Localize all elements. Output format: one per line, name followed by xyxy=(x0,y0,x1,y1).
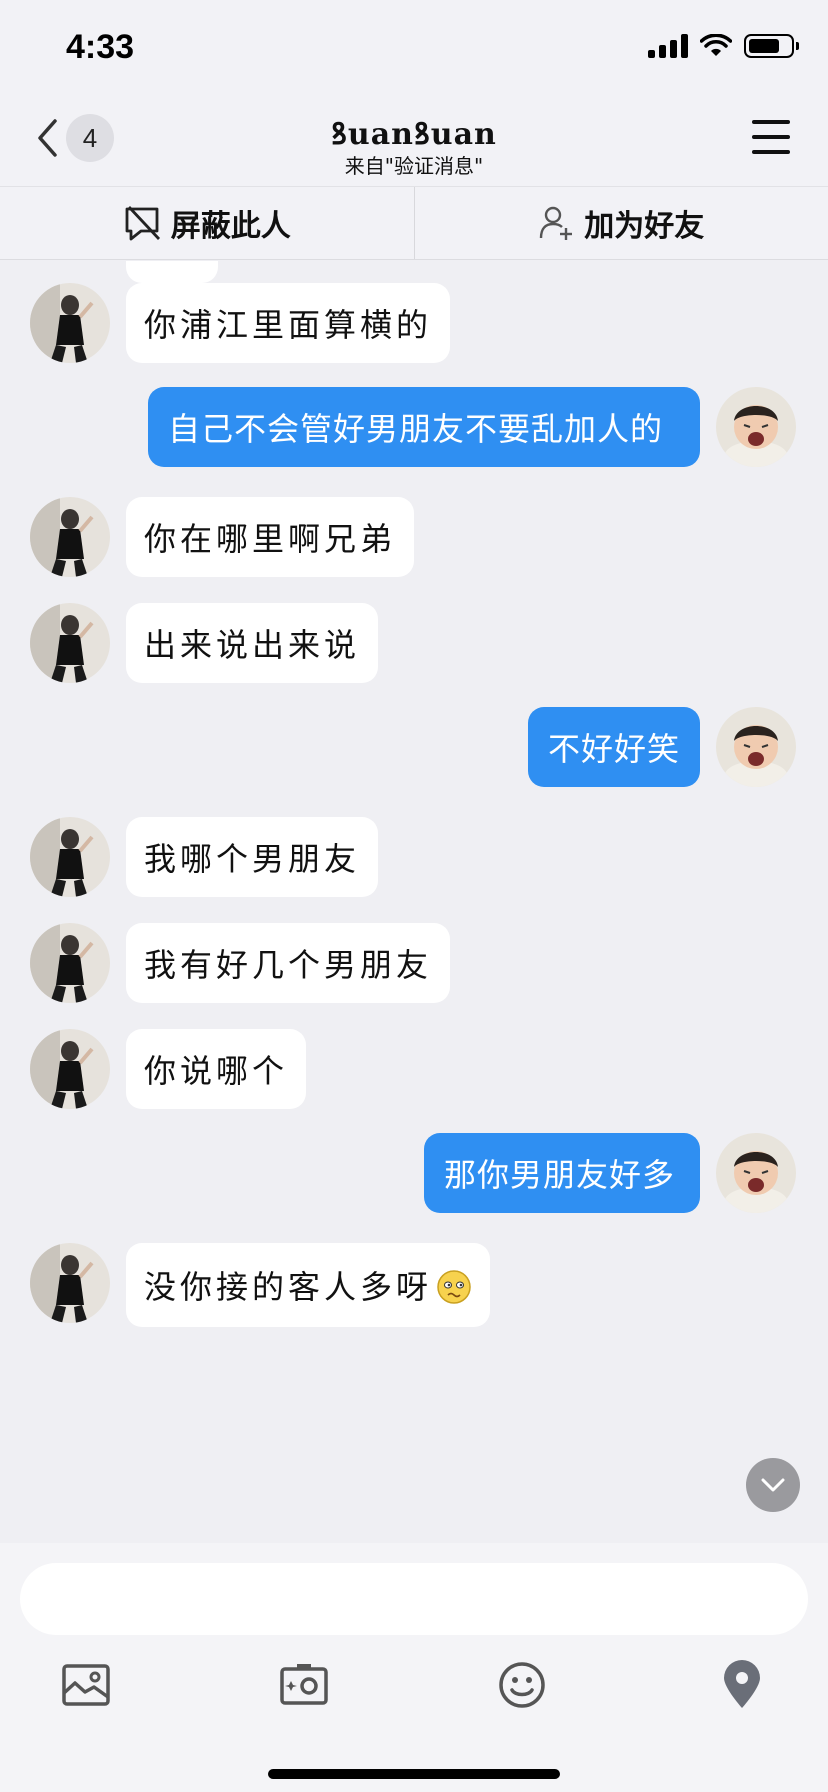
contact-avatar[interactable] xyxy=(30,923,110,1003)
outgoing-message-bubble[interactable]: 自己不会管好男朋友不要乱加人的 xyxy=(148,387,700,467)
message-input[interactable] xyxy=(20,1563,808,1635)
incoming-message-bubble[interactable]: 你说哪个 xyxy=(126,1029,307,1109)
contact-avatar[interactable] xyxy=(30,283,110,363)
message-text: 你在哪里啊兄弟 xyxy=(144,520,397,558)
contact-avatar[interactable] xyxy=(30,817,110,897)
message-text: 不好好笑 xyxy=(547,730,680,768)
message-text: 我有好几个男朋友 xyxy=(144,946,433,984)
chat-area[interactable]: 你浦江里面算横的 自己不会管好男朋友不要乱加人的 你在哪里啊兄弟 出来说出来说 … xyxy=(0,261,828,1543)
wifi-icon xyxy=(700,34,732,56)
scroll-to-bottom-button[interactable] xyxy=(746,1458,800,1512)
contact-avatar[interactable] xyxy=(30,497,110,577)
camera-button[interactable] xyxy=(274,1655,334,1715)
emoji-face-icon xyxy=(432,1265,472,1305)
input-toolbar xyxy=(0,1655,828,1735)
my-avatar[interactable] xyxy=(716,1133,796,1213)
photo-icon xyxy=(62,1664,110,1706)
chevron-down-icon xyxy=(761,1478,785,1492)
incoming-message-bubble[interactable]: 没你接的客人多呀 xyxy=(126,1243,491,1327)
incoming-message-bubble[interactable]: 我哪个男朋友 xyxy=(126,817,379,897)
message-text: 你说哪个 xyxy=(144,1052,289,1090)
camera-icon xyxy=(280,1664,328,1705)
message-bubble-partial xyxy=(126,261,218,283)
add-friend-button[interactable]: 加为好友 xyxy=(415,187,828,259)
location-icon xyxy=(724,1660,760,1708)
status-time: 4:33 xyxy=(66,28,135,66)
message-text: 没你接的客人多呀 xyxy=(144,1268,433,1306)
outgoing-message-bubble[interactable]: 那你男朋友好多 xyxy=(424,1133,700,1213)
incoming-message-bubble[interactable]: 出来说出来说 xyxy=(126,603,379,683)
location-button[interactable] xyxy=(712,1655,772,1715)
signal-icon xyxy=(648,34,688,58)
message-text: 那你男朋友好多 xyxy=(444,1156,676,1194)
add-user-icon xyxy=(540,206,573,240)
message-text: 你浦江里面算横的 xyxy=(144,306,433,344)
incoming-message-bubble[interactable]: 我有好几个男朋友 xyxy=(126,923,451,1003)
battery-icon xyxy=(744,34,799,58)
menu-icon xyxy=(752,120,790,124)
input-area xyxy=(0,1543,828,1792)
message-text: 自己不会管好男朋友不要乱加人的 xyxy=(168,410,664,448)
my-avatar[interactable] xyxy=(716,707,796,787)
status-icons xyxy=(648,34,799,58)
contact-name: ꝸuanꝸuan xyxy=(331,117,497,152)
message-text: 出来说出来说 xyxy=(144,626,361,664)
add-friend-label: 加为好友 xyxy=(584,209,705,244)
photo-button[interactable] xyxy=(56,1655,116,1715)
contact-avatar[interactable] xyxy=(30,603,110,683)
action-bar: 屏蔽此人 加为好友 xyxy=(0,186,828,260)
home-indicator xyxy=(268,1769,560,1779)
incoming-message-bubble[interactable]: 你浦江里面算横的 xyxy=(126,283,451,363)
nav-bar: 4 ꝸuanꝸuan 来自"验证消息" xyxy=(0,90,828,186)
menu-button[interactable] xyxy=(752,120,790,154)
emoji-button[interactable] xyxy=(492,1655,552,1715)
contact-source: 来自"验证消息" xyxy=(344,154,484,178)
contact-avatar[interactable] xyxy=(30,1029,110,1109)
outgoing-message-bubble[interactable]: 不好好笑 xyxy=(527,707,700,787)
my-avatar[interactable] xyxy=(716,387,796,467)
block-icon xyxy=(125,206,160,241)
message-text: 我哪个男朋友 xyxy=(144,840,361,878)
emoji-icon xyxy=(499,1662,545,1708)
incoming-message-bubble[interactable]: 你在哪里啊兄弟 xyxy=(126,497,415,577)
block-user-label: 屏蔽此人 xyxy=(170,209,291,244)
status-bar: 4:33 xyxy=(0,0,828,90)
contact-avatar[interactable] xyxy=(30,1243,110,1323)
block-user-button[interactable]: 屏蔽此人 xyxy=(0,187,414,259)
